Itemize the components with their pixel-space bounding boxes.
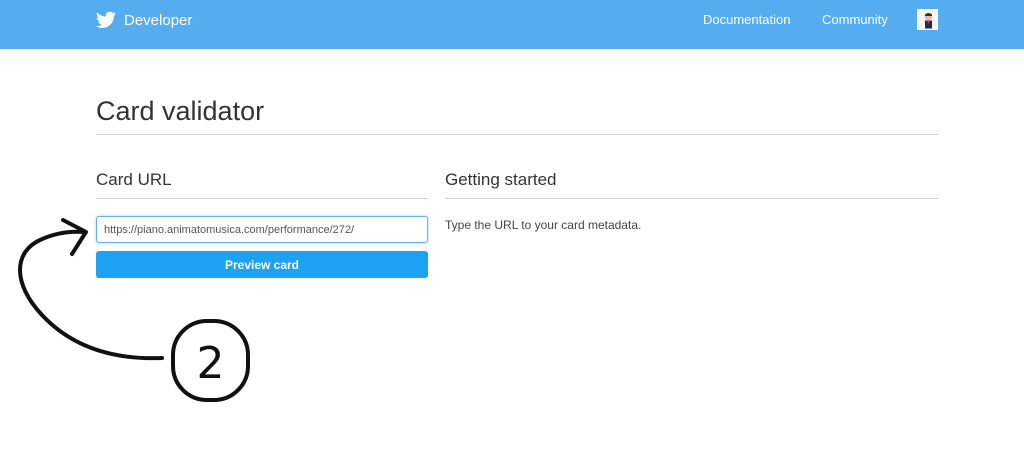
brand-label: Developer (124, 11, 193, 29)
getting-started-text: Type the URL to your card metadata. (445, 218, 642, 232)
getting-started-divider (445, 198, 938, 199)
getting-started-heading: Getting started (445, 170, 557, 189)
step-badge: 2 (171, 319, 250, 402)
nav-documentation-link[interactable]: Documentation (703, 12, 790, 27)
twitter-bird-icon (96, 11, 116, 28)
preview-card-button[interactable]: Preview card (96, 251, 428, 278)
developer-home-link[interactable]: Developer (96, 11, 192, 29)
top-navigation-bar: Developer Documentation Community (0, 0, 1024, 49)
step-number: 2 (197, 338, 225, 389)
title-divider (96, 134, 938, 135)
card-url-input[interactable] (96, 216, 428, 243)
user-avatar[interactable] (917, 9, 938, 30)
nav-community-link[interactable]: Community (822, 12, 888, 27)
card-url-heading: Card URL (96, 170, 172, 189)
card-url-divider (96, 198, 428, 199)
page-title: Card validator (96, 96, 265, 126)
avatar-person-icon (918, 10, 937, 29)
